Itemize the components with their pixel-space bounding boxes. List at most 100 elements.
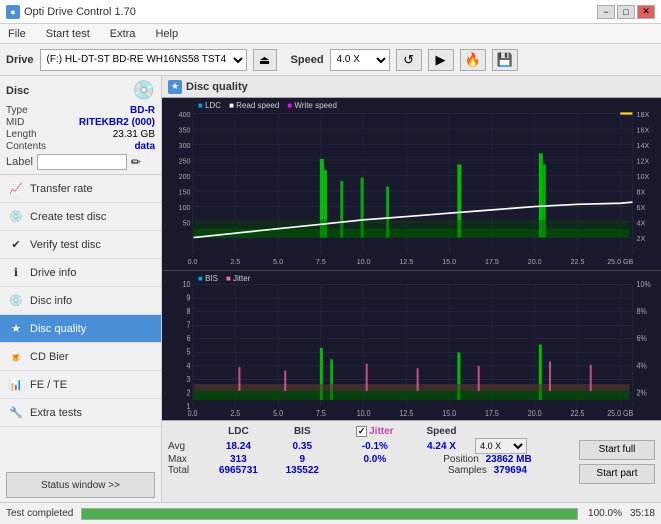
disc-label-row: Label ✏ — [6, 154, 155, 170]
sidebar-item-verify-test-disc[interactable]: ✔ Verify test disc — [0, 231, 161, 259]
speed-select-stats[interactable]: 4.0 X — [475, 438, 527, 454]
fe-te-label: FE / TE — [30, 379, 67, 391]
svg-text:2%: 2% — [637, 388, 648, 397]
disc-quality-label: Disc quality — [30, 323, 86, 335]
disc-contents-label: Contents — [6, 141, 46, 152]
disc-quality-icon: ★ — [8, 321, 24, 337]
progress-bar — [81, 508, 578, 520]
disc-section-label: Disc — [6, 85, 29, 97]
maximize-button[interactable]: □ — [617, 5, 635, 19]
svg-text:5.0: 5.0 — [273, 257, 283, 266]
cd-bier-label: CD Bier — [30, 351, 69, 363]
save-button[interactable]: 💾 — [492, 49, 518, 71]
svg-text:22.5: 22.5 — [571, 257, 585, 266]
disc-contents-row: Contents data — [6, 141, 155, 152]
action-buttons: Start full Start part — [573, 421, 661, 502]
avg-jitter: -0.1% — [342, 438, 408, 454]
svg-text:5.0: 5.0 — [273, 408, 283, 417]
svg-text:25.0 GB: 25.0 GB — [607, 257, 633, 266]
max-label: Max — [168, 454, 204, 465]
sidebar-item-cd-bier[interactable]: 🍺 CD Bier — [0, 343, 161, 371]
stats-row: LDC BIS ✓ Jitter Speed — [162, 420, 661, 502]
transfer-rate-label: Transfer rate — [30, 183, 93, 195]
svg-text:10: 10 — [183, 279, 191, 288]
start-full-button[interactable]: Start full — [579, 440, 655, 460]
speed-select[interactable]: 4.0 X — [330, 49, 390, 71]
extra-tests-label: Extra tests — [30, 407, 82, 419]
svg-text:50: 50 — [183, 218, 191, 227]
verify-test-disc-label: Verify test disc — [30, 239, 101, 251]
main-content: Disc 💿 Type BD-R MID RITEKBR2 (000) Leng… — [0, 76, 661, 502]
sidebar-item-disc-info[interactable]: 💿 Disc info — [0, 287, 161, 315]
total-ldc: 6965731 — [204, 465, 273, 476]
disc-length-label: Length — [6, 129, 37, 140]
svg-text:6X: 6X — [637, 203, 646, 212]
label-edit-icon[interactable]: ✏ — [131, 155, 141, 169]
sidebar-item-extra-tests[interactable]: 🔧 Extra tests — [0, 399, 161, 427]
svg-text:350: 350 — [179, 125, 191, 134]
svg-text:10X: 10X — [637, 172, 650, 181]
avg-label: Avg — [168, 438, 204, 454]
disc-header: Disc 💿 — [6, 80, 155, 101]
disc-icon: 💿 — [133, 80, 155, 101]
start-part-button[interactable]: Start part — [579, 464, 655, 484]
disc-label-label: Label — [6, 156, 33, 168]
col-bis: BIS — [273, 425, 332, 438]
svg-text:5: 5 — [187, 347, 191, 356]
sidebar-item-drive-info[interactable]: ℹ Drive info — [0, 259, 161, 287]
max-bis: 9 — [273, 454, 332, 465]
svg-text:20.0: 20.0 — [528, 408, 542, 417]
svg-text:25.0 GB: 25.0 GB — [607, 408, 633, 417]
progress-percentage: 100.0% — [586, 508, 622, 519]
status-text: Test completed — [6, 508, 73, 519]
svg-text:300: 300 — [179, 141, 191, 150]
drive-info-icon: ℹ — [8, 265, 24, 281]
sidebar-item-disc-quality[interactable]: ★ Disc quality — [0, 315, 161, 343]
chart-header: ★ Disc quality — [162, 76, 661, 98]
sidebar-item-transfer-rate[interactable]: 📈 Transfer rate — [0, 175, 161, 203]
elapsed-time: 35:18 — [630, 508, 655, 519]
start-button[interactable]: ▶ — [428, 49, 454, 71]
close-button[interactable]: ✕ — [637, 5, 655, 19]
svg-text:2.5: 2.5 — [230, 257, 240, 266]
minimize-button[interactable]: − — [597, 5, 615, 19]
burn-button[interactable]: 🔥 — [460, 49, 486, 71]
svg-text:200: 200 — [179, 172, 191, 181]
disc-length-val: 23.31 GB — [113, 129, 155, 140]
svg-text:10%: 10% — [637, 279, 652, 288]
svg-text:17.5: 17.5 — [485, 257, 499, 266]
speed-label: Speed — [291, 54, 324, 66]
app-icon: ● — [6, 5, 20, 19]
disc-info-label: Disc info — [30, 295, 72, 307]
jitter-checkbox[interactable]: ✓ — [356, 426, 367, 437]
disc-label-input[interactable] — [37, 154, 127, 170]
menubar: File Start test Extra Help — [0, 24, 661, 44]
svg-text:20.0: 20.0 — [528, 257, 542, 266]
svg-text:250: 250 — [179, 156, 191, 165]
svg-text:8: 8 — [187, 306, 191, 315]
avg-bis: 0.35 — [273, 438, 332, 454]
menu-starttest[interactable]: Start test — [42, 27, 94, 41]
drive-select[interactable]: (F:) HL-DT-ST BD-RE WH16NS58 TST4 — [40, 49, 247, 71]
samples-label: Samples — [448, 465, 487, 476]
svg-text:17.5: 17.5 — [485, 408, 499, 417]
sidebar-item-create-test-disc[interactable]: 💿 Create test disc — [0, 203, 161, 231]
disc-length-row: Length 23.31 GB — [6, 129, 155, 140]
menu-extra[interactable]: Extra — [106, 27, 140, 41]
transfer-rate-icon: 📈 — [8, 181, 24, 197]
speed-val-cell: 4.24 X — [408, 438, 475, 454]
svg-text:7: 7 — [187, 320, 191, 329]
svg-text:14X: 14X — [637, 141, 650, 150]
status-window-button[interactable]: Status window >> — [6, 472, 155, 498]
menu-help[interactable]: Help — [151, 27, 182, 41]
titlebar-left: ● Opti Drive Control 1.70 — [6, 5, 136, 19]
disc-mid-row: MID RITEKBR2 (000) — [6, 117, 155, 128]
svg-text:100: 100 — [179, 203, 191, 212]
sidebar-item-fe-te[interactable]: 📊 FE / TE — [0, 371, 161, 399]
svg-text:2X: 2X — [637, 234, 646, 243]
refresh-button[interactable]: ↺ — [396, 49, 422, 71]
menu-file[interactable]: File — [4, 27, 30, 41]
svg-text:3: 3 — [187, 374, 191, 383]
eject-button[interactable]: ⏏ — [253, 49, 277, 71]
create-test-disc-label: Create test disc — [30, 211, 106, 223]
